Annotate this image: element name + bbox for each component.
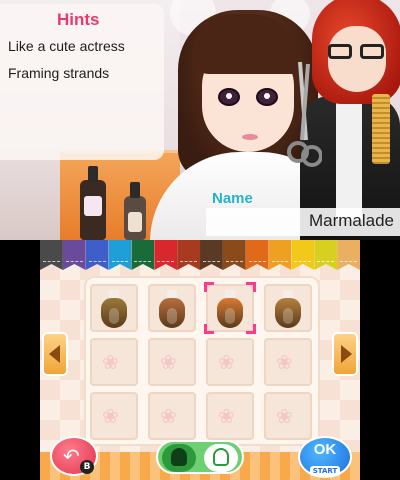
color-tab-14[interactable]	[337, 240, 360, 270]
b-key-badge: B	[80, 460, 94, 474]
hair-color-swatch-olive-brown[interactable]	[90, 284, 138, 332]
hair-color-grid	[84, 276, 320, 446]
hair-color-swatch-light-brown[interactable]	[264, 284, 312, 332]
hair-lock-icon	[272, 290, 304, 328]
hair-view-toggle	[156, 440, 244, 474]
previous-page-button[interactable]	[42, 332, 68, 376]
color-tab-5[interactable]	[131, 240, 155, 270]
hair-color-swatch-copper-brown[interactable]	[148, 284, 196, 332]
undo-arrow-icon: ↶	[63, 444, 80, 468]
stylist-glasses	[328, 44, 388, 60]
selection-corner	[204, 282, 214, 292]
selection-corner	[204, 324, 214, 334]
hint-line-2: Framing strands	[8, 65, 110, 81]
hair-lock-icon	[98, 290, 130, 328]
empty-swatch-slot	[90, 392, 138, 440]
color-tab-12[interactable]	[291, 240, 315, 270]
selection-corner	[246, 324, 256, 334]
empty-swatch-slot	[206, 338, 254, 386]
arrow-left-icon	[49, 345, 60, 363]
name-bar: Marmalade	[206, 208, 400, 236]
back-button[interactable]: ↶ B	[50, 436, 98, 476]
empty-swatch-slot	[264, 338, 312, 386]
empty-swatch-slot	[90, 338, 138, 386]
start-badge: START	[309, 466, 341, 476]
hints-title: Hints	[57, 10, 100, 29]
client-eye-right	[256, 88, 278, 106]
comb-icon	[372, 94, 390, 164]
hints-panel: Hints Like a cute actress Framing strand…	[0, 4, 164, 160]
hair-color-swatch-orange-copper[interactable]	[204, 282, 256, 334]
name-label: Name	[212, 190, 253, 207]
next-page-button[interactable]	[332, 332, 358, 376]
color-category-tabs	[40, 240, 360, 270]
client-lips	[242, 134, 258, 140]
scissors-icon	[287, 61, 322, 167]
hint-line-1: Like a cute actress	[8, 38, 125, 54]
empty-swatch-slot	[148, 392, 196, 440]
client-name: Marmalade	[308, 211, 394, 230]
empty-swatch-slot	[264, 392, 312, 440]
color-tab-2[interactable]	[62, 240, 86, 270]
client-eye-left	[218, 88, 240, 106]
hair-style-icon	[171, 448, 187, 466]
hair-lock-icon	[214, 290, 246, 328]
color-tab-8[interactable]	[200, 240, 223, 270]
color-tab-7[interactable]	[177, 240, 201, 270]
selection-corner	[246, 282, 256, 292]
color-tab-4[interactable]	[108, 240, 132, 270]
color-tab-10[interactable]	[245, 240, 269, 270]
product-bottle	[80, 166, 106, 240]
color-tab-6[interactable]	[154, 240, 178, 270]
ok-button[interactable]: OK START	[298, 436, 352, 478]
color-tab-3[interactable]	[85, 240, 109, 270]
hair-lock-icon	[156, 290, 188, 328]
stylist-shirt	[336, 100, 362, 220]
empty-swatch-slot	[148, 338, 196, 386]
color-tab-13[interactable]	[314, 240, 338, 270]
empty-swatch-slot	[206, 392, 254, 440]
top-screen: Hints Like a cute actress Framing strand…	[0, 0, 400, 240]
hair-outline-icon	[213, 448, 229, 466]
arrow-right-icon	[341, 345, 352, 363]
color-tab-1[interactable]	[40, 240, 63, 270]
bottom-screen: ↶ B OK START	[40, 240, 360, 480]
view-option-outline[interactable]	[204, 444, 238, 472]
color-tab-9[interactable]	[222, 240, 246, 270]
ok-label: OK	[313, 441, 337, 458]
product-bottle	[124, 182, 146, 240]
color-tab-11[interactable]	[268, 240, 292, 270]
view-option-filled[interactable]	[162, 444, 196, 472]
